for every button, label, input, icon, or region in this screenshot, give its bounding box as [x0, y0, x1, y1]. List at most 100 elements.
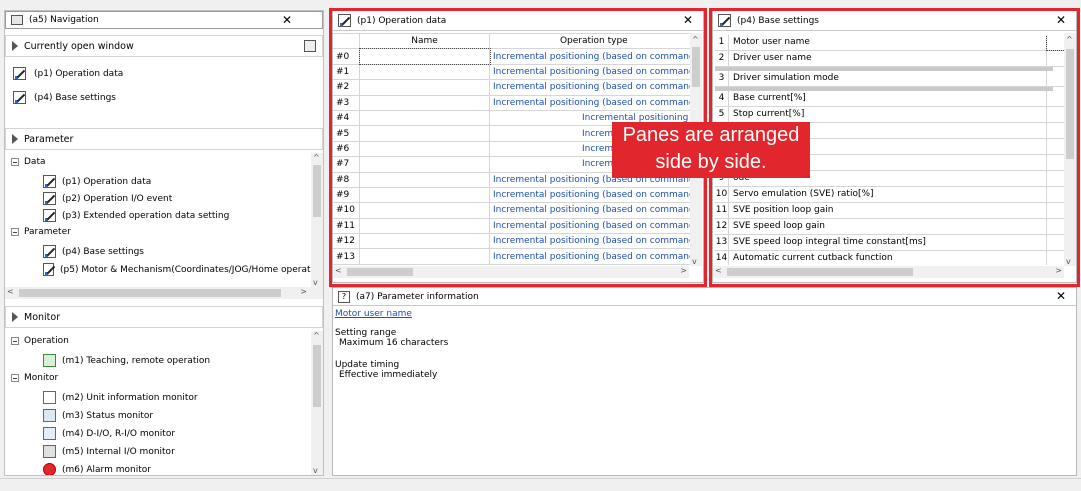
operation-type-cell[interactable]: Incremental positioning (based on comman… — [489, 63, 699, 81]
operation-type-cell[interactable]: Incremental positioning (based on comman… — [489, 233, 699, 250]
table-row[interactable]: #0 Incremental positioning (based on comm… — [333, 47, 699, 66]
collapse-icon[interactable] — [11, 228, 19, 236]
operation-type-cell[interactable]: Incremental positioning (based on comman… — [489, 248, 699, 265]
name-cell[interactable] — [359, 63, 490, 81]
table-row[interactable]: #12 Incremental positioning (based on com… — [333, 233, 699, 250]
base-settings-close-icon[interactable]: ✕ — [1056, 13, 1066, 27]
list-item[interactable]: 2 Driver user name — [715, 51, 1065, 67]
table-row[interactable]: #11 Incremental positioning (based on com… — [333, 217, 699, 235]
operation-type-cell[interactable]: Incremental positioning (based on comman… — [489, 217, 699, 235]
collapse-icon[interactable] — [11, 337, 19, 345]
parameter-header[interactable]: Parameter — [5, 128, 323, 150]
scroll-left-icon[interactable]: < — [715, 266, 722, 275]
row-number-cell[interactable]: #10 — [333, 202, 360, 219]
open-window-item[interactable]: (p4) Base settings — [13, 91, 116, 104]
name-cell[interactable] — [359, 233, 490, 250]
parameter-value-cell[interactable] — [1047, 107, 1065, 122]
tree-item[interactable]: (p2) Operation I/O event — [43, 192, 172, 205]
scroll-up-icon[interactable]: ^ — [313, 153, 320, 162]
table-row[interactable]: #3 Incremental positioning (based on comm… — [333, 94, 699, 111]
row-number-cell[interactable]: #9 — [333, 186, 360, 204]
table-row[interactable]: #10 Incremental positioning (based on com… — [333, 202, 699, 219]
monitor-header[interactable]: Monitor — [5, 306, 323, 328]
parameter-value-cell[interactable] — [1047, 155, 1065, 170]
navigation-close-icon[interactable]: ✕ — [282, 13, 292, 27]
name-column-header[interactable]: Name — [359, 32, 490, 50]
scroll-up-icon[interactable]: ^ — [692, 35, 699, 44]
name-cell[interactable] — [359, 94, 490, 111]
scroll-right-icon[interactable]: > — [1055, 266, 1062, 275]
list-item[interactable]: 4 Base current[%] — [715, 91, 1065, 107]
list-item[interactable]: 5 Stop current[%] — [715, 107, 1065, 123]
operation-data-hscrollbar[interactable]: < > — [333, 266, 689, 278]
scroll-up-icon[interactable]: ^ — [1066, 35, 1073, 44]
row-number-cell[interactable]: #3 — [333, 94, 360, 111]
parameter-info-close-icon[interactable]: ✕ — [1056, 289, 1066, 303]
row-number-cell[interactable]: #6 — [333, 140, 360, 158]
tree-group-data[interactable]: Data — [11, 157, 46, 167]
table-row[interactable]: #9 Incremental positioning (based on comm… — [333, 186, 699, 204]
base-settings-hscrollbar[interactable]: < > — [713, 266, 1064, 278]
operation-type-cell[interactable]: Incremental positioning (based on comman… — [489, 79, 699, 96]
base-settings-vscrollbar[interactable]: ^ v — [1064, 33, 1076, 266]
name-cell[interactable] — [359, 186, 490, 204]
scroll-up-icon[interactable]: ^ — [313, 331, 320, 340]
tree-item[interactable]: (p3) Extended operation data setting — [43, 209, 229, 222]
parameter-value-cell[interactable] — [1047, 187, 1065, 202]
scroll-right-icon[interactable]: > — [680, 266, 687, 275]
scroll-thumb[interactable] — [727, 268, 913, 276]
list-item[interactable]: 3 Driver simulation mode — [715, 71, 1065, 87]
row-number-cell[interactable]: #7 — [333, 156, 360, 173]
row-number-cell[interactable]: #12 — [333, 233, 360, 250]
operation-type-cell[interactable]: Incremental positioning (based on comman… — [489, 202, 699, 219]
window-list-icon[interactable] — [304, 40, 316, 52]
list-item[interactable]: 13 SVE speed loop integral time constant[… — [715, 235, 1065, 251]
row-number-cell[interactable]: #2 — [333, 79, 360, 96]
monitor-tree-vscrollbar[interactable]: ^ v — [311, 331, 323, 475]
tree-item[interactable]: (m1) Teaching, remote operation — [43, 354, 210, 367]
row-number-cell[interactable]: #8 — [333, 171, 360, 188]
list-item[interactable]: 12 SVE speed loop gain — [715, 219, 1065, 235]
row-number-cell[interactable]: #5 — [333, 125, 360, 142]
list-item[interactable]: 1 Motor user name — [715, 35, 1065, 51]
tree-item[interactable]: (m6) Alarm monitor — [43, 463, 151, 475]
list-item[interactable]: 14 Automatic current cutback function — [715, 251, 1065, 265]
parameter-value-cell[interactable] — [1047, 91, 1065, 106]
name-cell[interactable] — [359, 202, 490, 219]
tree-item[interactable]: (p1) Operation data — [43, 175, 151, 188]
table-row[interactable]: #13 Incremental positioning (based on com… — [333, 248, 699, 265]
table-row[interactable]: #2 Incremental positioning (based on comm… — [333, 79, 699, 96]
scroll-down-icon[interactable]: v — [313, 278, 318, 287]
name-cell[interactable] — [359, 79, 490, 96]
scroll-right-icon[interactable]: > — [300, 287, 307, 296]
operation-type-column-header[interactable]: Operation type — [489, 32, 699, 50]
tree-item[interactable]: (m3) Status monitor — [43, 409, 153, 422]
tree-group-parameter[interactable]: Parameter — [11, 227, 71, 237]
row-number-cell[interactable]: #13 — [333, 248, 360, 265]
tree-item[interactable]: (m5) Internal I/O monitor — [43, 445, 175, 458]
parameter-value-cell[interactable] — [1047, 235, 1065, 250]
parameter-value-cell[interactable] — [1047, 123, 1065, 138]
row-number-cell[interactable]: #11 — [333, 217, 360, 235]
tree-group-monitor[interactable]: Monitor — [11, 373, 58, 383]
parameter-value-cell[interactable] — [1047, 171, 1065, 186]
name-cell[interactable] — [359, 125, 490, 142]
table-row[interactable]: #1 Incremental positioning (based on comm… — [333, 63, 699, 81]
scroll-thumb[interactable] — [692, 47, 700, 87]
operation-type-cell[interactable]: Incremental positioning (based on comman… — [489, 48, 699, 65]
list-item[interactable]: 11 SVE position loop gain — [715, 203, 1065, 219]
name-cell[interactable] — [359, 140, 490, 158]
parameter-value-cell[interactable] — [1047, 219, 1065, 234]
name-cell[interactable] — [359, 156, 490, 173]
parameter-value-cell[interactable] — [1047, 139, 1065, 154]
row-number-cell[interactable]: #0 — [333, 48, 360, 65]
name-cell[interactable] — [358, 47, 491, 66]
name-cell[interactable] — [359, 217, 490, 235]
parameter-value-cell[interactable] — [1047, 71, 1065, 86]
open-window-item[interactable]: (p1) Operation data — [13, 67, 123, 80]
parameter-value-cell[interactable] — [1046, 35, 1065, 51]
scroll-down-icon[interactable]: v — [313, 466, 318, 475]
name-cell[interactable] — [359, 248, 490, 265]
tree-item[interactable]: (p5) Motor & Mechanism(Coordinates/JOG/H… — [43, 263, 313, 276]
scroll-thumb[interactable] — [347, 268, 413, 276]
